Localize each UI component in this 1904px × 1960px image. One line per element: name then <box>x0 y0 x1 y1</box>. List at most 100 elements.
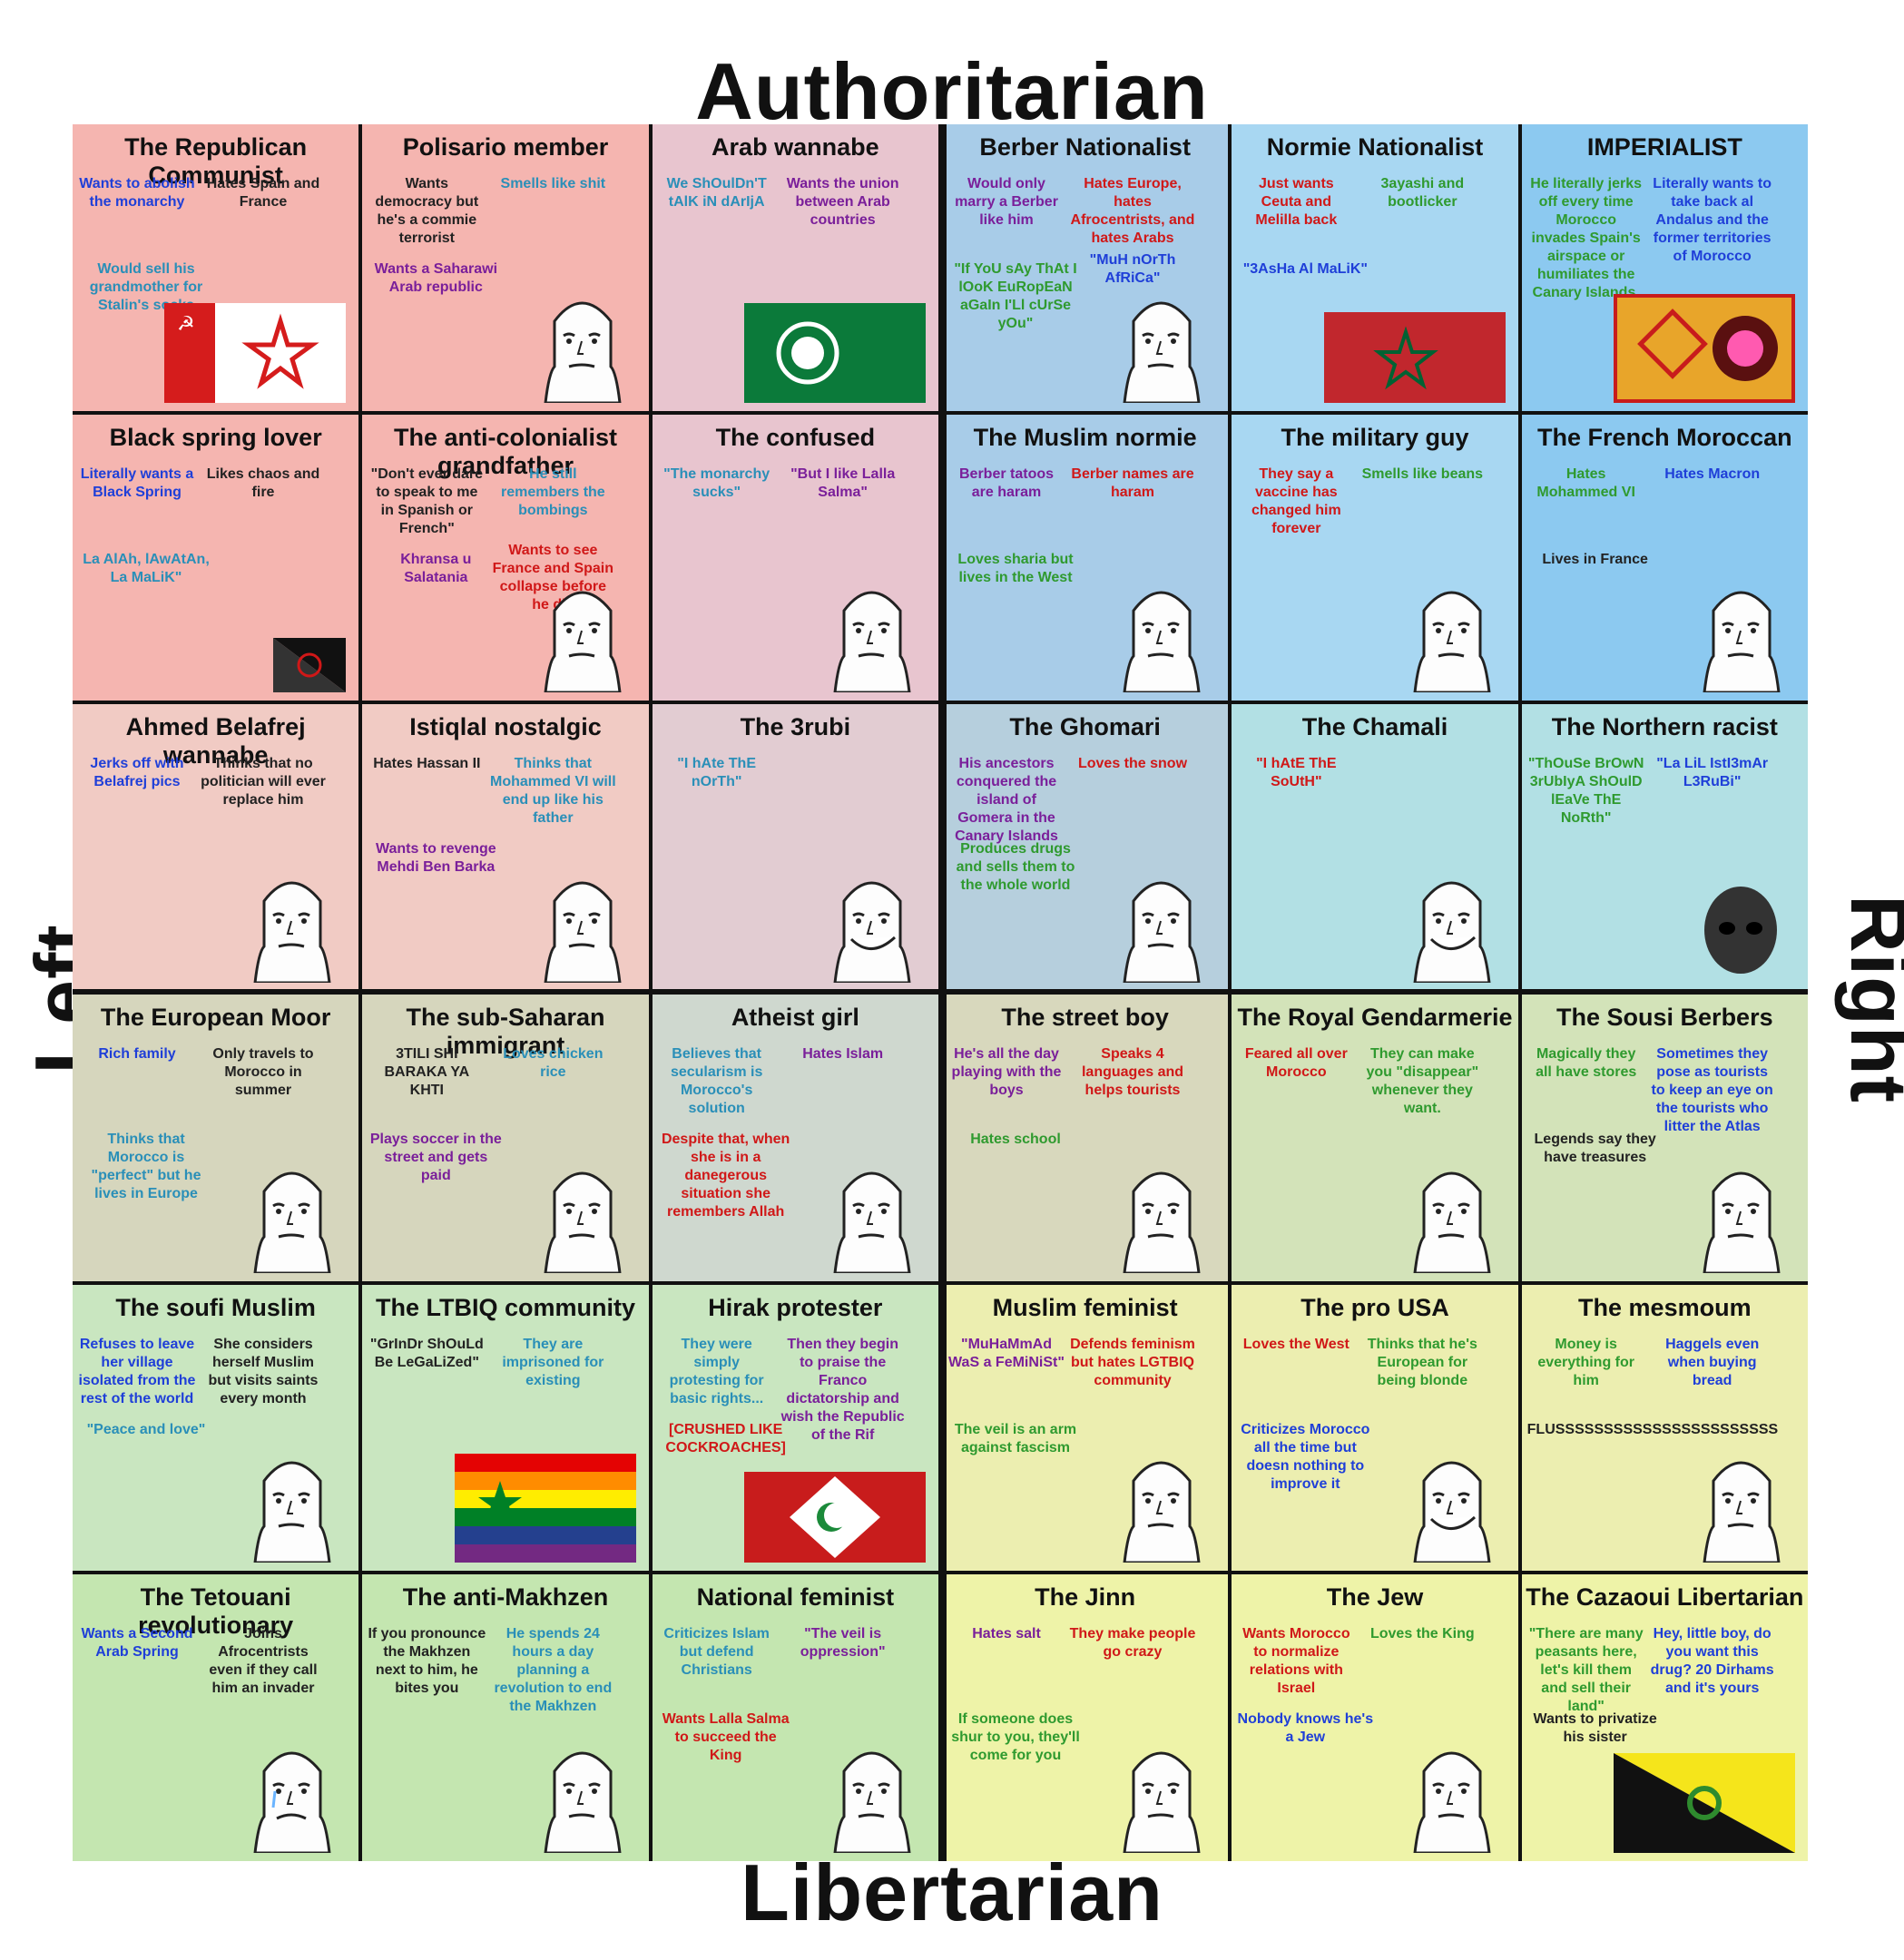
cell-note: Wants a Second Arab Spring <box>81 1626 193 1661</box>
two-wojaks-icon <box>527 865 636 987</box>
compass-cell: The Royal Gendarmerie Feared all over Mor… <box>1232 994 1518 1281</box>
cell-note: They were simply protesting for basic ri… <box>669 1336 764 1406</box>
sombrero-man-icon <box>1106 865 1215 987</box>
cell-note: [CRUSHED LIKE COCKROACHES] <box>665 1421 786 1455</box>
cell-note: Smells like shit <box>500 176 606 191</box>
compass-cell: The Ghomari His ancestors conquered the i… <box>942 704 1229 991</box>
compass-cell: Muslim feminist "MuHaMmAd WaS a FeMiNiSt"… <box>942 1284 1229 1572</box>
dark-wojak-icon <box>1686 874 1795 987</box>
compass-cell: The military guy They say a vaccine has c… <box>1232 414 1518 701</box>
cell-note: Defends feminism but hates LGTBIQ commun… <box>1070 1336 1195 1388</box>
compass-cell: The pro USA Loves the West Thinks that he'… <box>1232 1284 1518 1572</box>
compass-cell: Hirak protester They were simply protesti… <box>652 1284 938 1572</box>
blue-faces-icon <box>1106 1735 1215 1857</box>
wojak-icon <box>1686 1445 1795 1567</box>
cell-title: The Sousi Berbers <box>1556 1003 1773 1031</box>
cell-note: Khransa u Salatania <box>400 551 472 585</box>
compass-cell: The Northern racist "ThOuSe BrOwN 3rUbIyA… <box>1521 704 1808 991</box>
cell-note: Loves the West <box>1242 1336 1349 1352</box>
cell-note: Would only marry a Berber like him <box>955 176 1058 228</box>
cell-title: The European Moor <box>100 1003 331 1031</box>
cell-note: Only travels to Morocco in summer <box>212 1045 314 1098</box>
cell-note: "Peace and love" <box>86 1421 206 1437</box>
cell-note: Loves the King <box>1369 1626 1475 1642</box>
cell-title: Berber Nationalist <box>979 133 1191 161</box>
cell-note: "The monarchy sucks" <box>663 466 770 500</box>
cell-note: Loves sharia but lives in the West <box>957 551 1074 585</box>
cell-note: His ancestors conquered the island of Go… <box>955 756 1058 845</box>
cell-note: Hates Spain and France <box>206 176 320 210</box>
cell-note: Plays soccer in the street and gets paid <box>369 1131 502 1183</box>
morocco-flag-icon <box>1323 311 1506 407</box>
cell-note: If someone does shur to you, they'll com… <box>951 1711 1080 1764</box>
cell-note: Sometimes they pose as tourists to keep … <box>1651 1045 1773 1134</box>
woman-icon <box>237 1445 346 1567</box>
cell-note: Wants the union between Arab countries <box>786 176 899 228</box>
compass-cell: The confused "The monarchy sucks" "But I l… <box>652 414 938 701</box>
cell-note: Wants Lalla Salma to succeed the King <box>662 1711 790 1764</box>
cell-title: The French Moroccan <box>1537 423 1792 451</box>
cell-title: The Jew <box>1326 1583 1424 1612</box>
compass-cell: Berber Nationalist Would only marry a Ber… <box>942 124 1229 411</box>
cell-title: Atheist girl <box>731 1003 859 1031</box>
cell-title: The LTBIQ community <box>375 1293 635 1321</box>
cell-note: Wants Morocco to normalize relations wit… <box>1242 1626 1350 1697</box>
axis-right: Right <box>1834 895 1904 1103</box>
cell-note: Hates Macron <box>1664 466 1761 482</box>
compass-cell: The Chamali "I hAtE ThE SoUtH" <box>1232 704 1518 991</box>
girl-icon <box>817 1155 926 1278</box>
cell-note: Wants a Saharawi Arab republic <box>374 261 498 295</box>
cell-title: Arab wannabe <box>712 133 879 161</box>
cell-title: Polisario member <box>402 133 609 161</box>
cell-note: He's all the day playing with the boys <box>951 1045 1062 1098</box>
compass-cell: The sub-Saharan immigrant 3TILI SHI BARAK… <box>362 994 649 1281</box>
cell-note: Jerks off with Belafrej pics <box>90 756 184 790</box>
wojak-icon <box>237 1155 346 1278</box>
cell-note: Hates Islam <box>802 1045 884 1062</box>
rainbow-flag-icon <box>454 1454 636 1567</box>
cell-note: Despite that, when she is in a danegerou… <box>661 1131 790 1220</box>
cell-note: He literally jerks off every time Morocc… <box>1530 176 1643 300</box>
compass-cell: The soufi Muslim Refuses to leave her vil… <box>73 1284 359 1572</box>
cell-title: The Royal Gendarmerie <box>1237 1003 1513 1031</box>
cell-note: Just wants Ceuta and Melilla back <box>1255 176 1338 228</box>
cell-note: Wants to abolish the monarchy <box>79 176 195 210</box>
compass-cell: The Tetouani revolutionary Wants a Second… <box>73 1574 359 1861</box>
blonde-girl-icon <box>817 1735 926 1857</box>
grinning-wojak-icon <box>817 865 926 987</box>
cell-title: The mesmoum <box>1578 1293 1752 1321</box>
compass-cell: The European Moor Rich family Only travels… <box>73 994 359 1281</box>
compass-cell: The Republican Communist Wants to abolish… <box>73 124 359 411</box>
cell-title: The Ghomari <box>1009 713 1161 741</box>
cell-note: Criticizes Morocco all the time but does… <box>1241 1421 1370 1492</box>
cell-note: Literally wants to take back al Andalus … <box>1653 176 1772 264</box>
cell-note: Hates Mohammed VI <box>1536 466 1635 500</box>
cell-note: "GrInDr ShOuLd Be LeGaLiZed" <box>369 1336 484 1370</box>
hat-man-icon <box>1397 1735 1506 1857</box>
two-faces-icon <box>817 574 926 697</box>
cell-note: Literally wants a Black Spring <box>80 466 194 500</box>
compass-cell: The 3rubi "I hAte ThE nOrTh" <box>652 704 938 991</box>
grinning-wojak-icon <box>1397 865 1506 987</box>
wojak-mask-icon <box>237 865 346 987</box>
cell-note: They make people go crazy <box>1069 1626 1196 1661</box>
compass-cell: Ahmed Belafrej wannabe Jerks off with Bel… <box>73 704 359 991</box>
compass-cell: Atheist girl Believes that secularism is … <box>652 994 938 1281</box>
cell-title: The Cazaoui Libertarian <box>1526 1583 1804 1612</box>
cell-note: La AlAh, lAwAtAn, La MaLiK" <box>83 551 210 585</box>
compass-cell: The French Moroccan Hates Mohammed VI Hate… <box>1521 414 1808 701</box>
cell-note: "I hAte ThE nOrTh" <box>677 756 756 790</box>
compass-cell: The Cazaoui Libertarian "There are many p… <box>1521 1574 1808 1861</box>
cell-note: Thinks that Mohammed VI will end up like… <box>489 756 616 827</box>
cell-note: They say a vaccine has changed him forev… <box>1251 466 1341 536</box>
cell-title: Hirak protester <box>708 1293 883 1321</box>
communist-flag-icon: ☭ <box>164 302 347 407</box>
cell-note: We ShOulDn'T tAlK iN dArIjA <box>666 176 767 210</box>
anarchy-flag-icon <box>273 638 347 697</box>
compass-cell: The street boy He's all the day playing w… <box>942 994 1229 1281</box>
cell-note: Haggels even when buying bread <box>1665 1336 1760 1388</box>
cell-note: If you pronounce the Makhzen next to him… <box>368 1626 486 1697</box>
cell-note: "Don't ever dare to speak to me in Spani… <box>370 466 484 536</box>
compass-cell: National feminist Criticizes Islam but de… <box>652 1574 938 1861</box>
cell-title: The Muslim normie <box>973 423 1197 451</box>
